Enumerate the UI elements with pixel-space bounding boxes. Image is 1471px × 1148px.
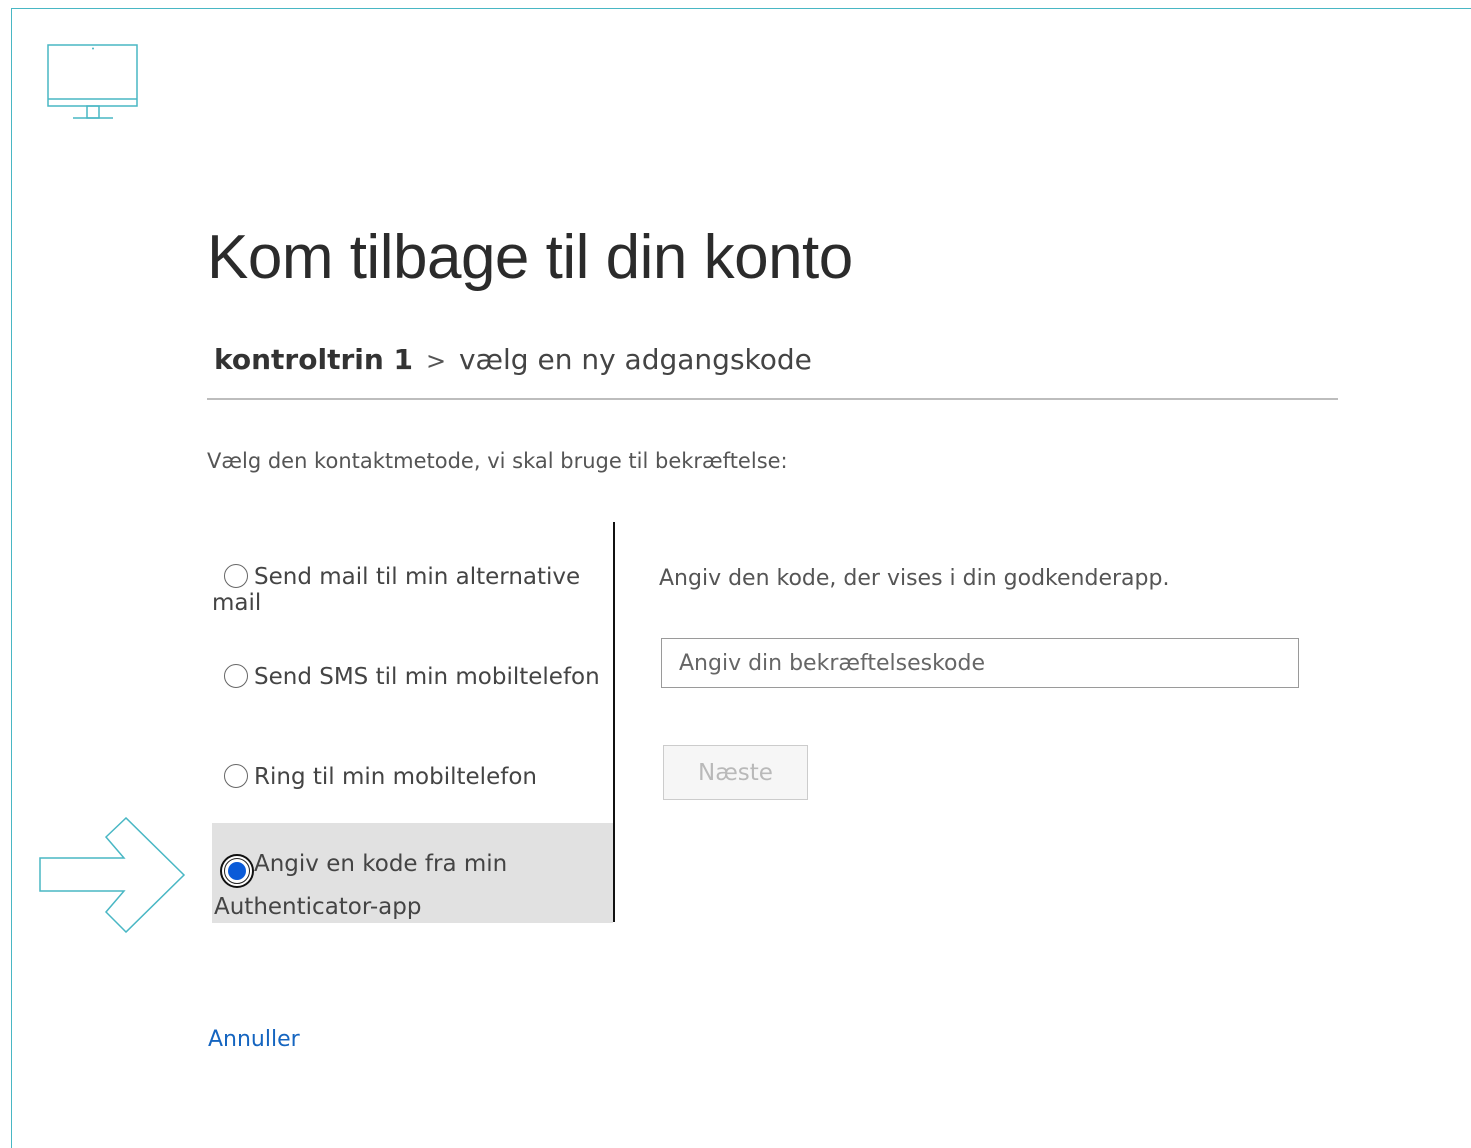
breadcrumb-separator: > xyxy=(425,347,447,375)
option-label: Angiv en kode fra min xyxy=(254,851,508,877)
code-instructions: Angiv den kode, der vises i din godkende… xyxy=(659,566,1170,591)
contact-method-prompt: Vælg den kontaktmetode, vi skal bruge ti… xyxy=(207,449,788,473)
option-label: Send SMS til min mobiltelefon xyxy=(254,664,600,690)
radio-button[interactable] xyxy=(224,564,248,588)
options-separator xyxy=(613,522,615,922)
option-label: Send mail til min alternative mail xyxy=(212,564,581,616)
option-label-line2: Authenticator-app xyxy=(214,894,422,920)
cancel-link[interactable]: Annuller xyxy=(208,1027,300,1052)
option-alternative-mail[interactable]: Send mail til min alternative mail xyxy=(212,564,613,616)
verification-code-input[interactable] xyxy=(661,638,1299,688)
next-button[interactable]: Næste xyxy=(663,745,808,800)
page-title: Kom tilbage til din konto xyxy=(207,223,853,292)
option-phone-call[interactable]: Ring til min mobiltelefon xyxy=(212,764,613,790)
option-label: Ring til min mobiltelefon xyxy=(254,764,537,790)
option-authenticator-app[interactable]: Angiv en kode fra min Authenticator-app xyxy=(212,823,613,923)
breadcrumb: kontroltrin 1 > vælg en ny adgangskode xyxy=(214,343,812,376)
breadcrumb-current-step: kontroltrin 1 xyxy=(214,343,414,376)
radio-button[interactable] xyxy=(224,664,248,688)
radio-button[interactable] xyxy=(224,764,248,788)
contact-method-list: Send mail til min alternative mail Send … xyxy=(212,522,614,923)
radio-button-selected[interactable] xyxy=(220,854,254,888)
option-sms[interactable]: Send SMS til min mobiltelefon xyxy=(212,664,613,690)
breadcrumb-next-step: vælg en ny adgangskode xyxy=(458,343,812,376)
arrow-right-icon xyxy=(39,817,186,933)
header-divider xyxy=(207,398,1338,400)
monitor-icon xyxy=(47,44,138,119)
